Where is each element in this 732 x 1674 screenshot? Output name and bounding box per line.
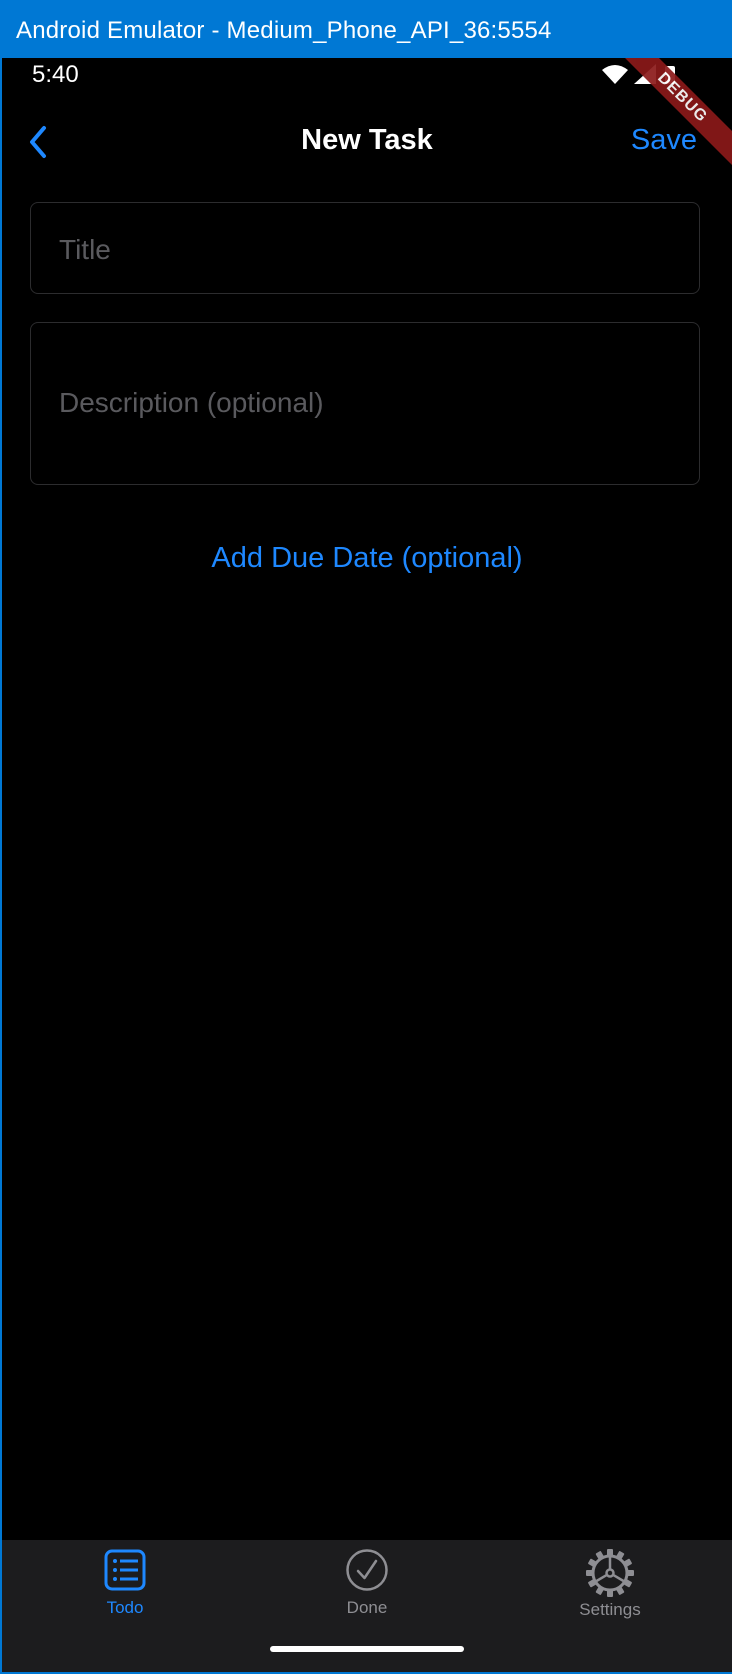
title-field-container — [30, 202, 700, 294]
save-button[interactable]: Save — [631, 124, 697, 157]
tab-done-label: Done — [346, 1598, 388, 1617]
list-icon — [104, 1549, 146, 1591]
tab-todo[interactable]: Todo — [55, 1540, 195, 1630]
tab-done[interactable]: Done — [297, 1540, 437, 1630]
checkmark-circle-icon — [346, 1549, 388, 1591]
description-input[interactable] — [57, 385, 679, 429]
window-title: Android Emulator - Medium_Phone_API_36:5… — [16, 17, 552, 44]
tab-bar: Todo Done Settings — [2, 1540, 732, 1672]
home-indicator[interactable] — [270, 1646, 464, 1652]
title-input[interactable] — [57, 231, 679, 269]
gear-icon — [586, 1549, 634, 1597]
tab-settings-label: Settings — [579, 1600, 641, 1619]
emulator-title-bar: Android Emulator - Medium_Phone_API_36:5… — [0, 0, 732, 58]
tab-todo-label: Todo — [106, 1598, 144, 1617]
description-field-container — [30, 322, 700, 485]
status-time: 5:40 — [32, 61, 79, 88]
phone-screen: 5:40 DEBUG New Task Save Add Due Date (o… — [2, 58, 732, 1672]
tab-settings[interactable]: Settings — [540, 1540, 680, 1630]
add-due-date-button[interactable]: Add Due Date (optional) — [2, 542, 732, 575]
navigation-bar: New Task Save — [2, 110, 732, 174]
page-title: New Task — [301, 124, 433, 156]
wifi-icon — [602, 65, 628, 84]
